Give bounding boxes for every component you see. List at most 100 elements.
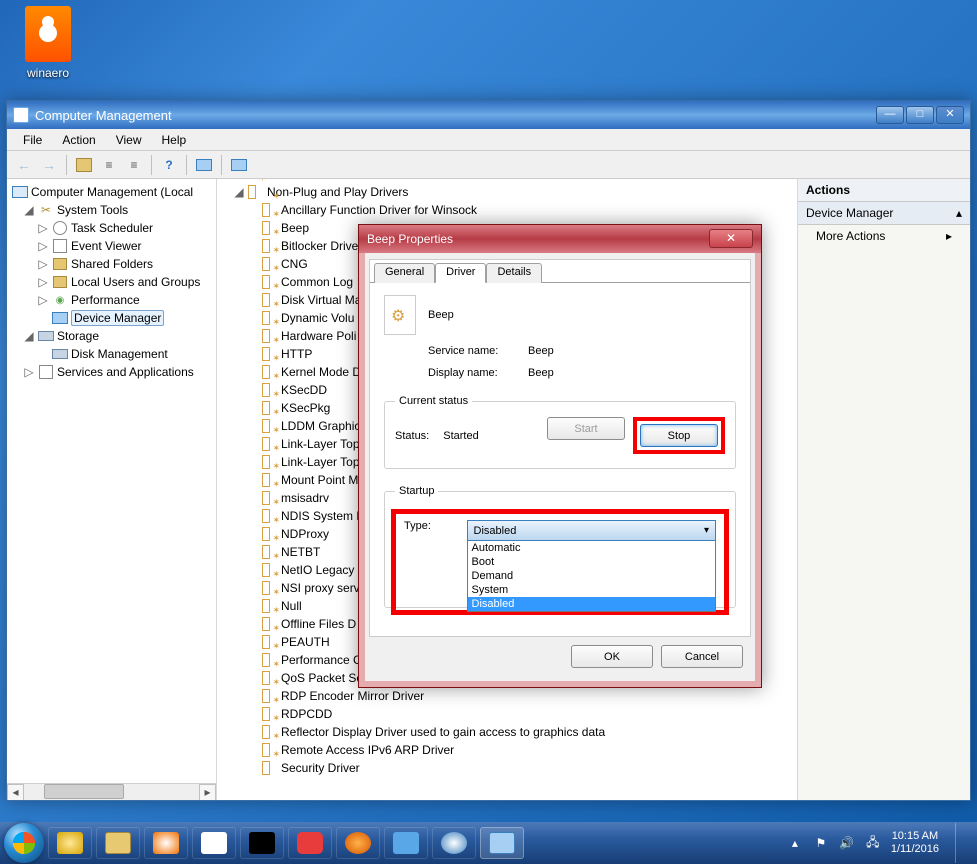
driver-item[interactable]: RDPCDD bbox=[219, 705, 795, 723]
separator bbox=[221, 155, 222, 175]
separator bbox=[186, 155, 187, 175]
type-option[interactable]: Disabled bbox=[468, 597, 715, 611]
desktop-icon-winaero[interactable]: winaero bbox=[18, 6, 78, 80]
pinned-explorer[interactable] bbox=[96, 827, 140, 859]
dialog-titlebar[interactable]: Beep Properties ✕ bbox=[359, 225, 761, 253]
tree-event-viewer[interactable]: ▷Event Viewer bbox=[9, 237, 214, 255]
cancel-button[interactable]: Cancel bbox=[661, 645, 743, 668]
nav-back-button[interactable] bbox=[13, 154, 35, 176]
driver-category[interactable]: ◢Non-Plug and Play Drivers bbox=[219, 183, 795, 201]
scan-hardware-button[interactable] bbox=[193, 154, 215, 176]
horizontal-scrollbar[interactable]: ◂ ▸ bbox=[7, 783, 216, 800]
expand-toggle[interactable]: ◢ bbox=[23, 329, 35, 343]
scroll-left-button[interactable]: ◂ bbox=[7, 784, 24, 800]
actions-section-device-manager[interactable]: Device Manager ▴ bbox=[798, 202, 970, 225]
stop-button[interactable]: Stop bbox=[640, 424, 718, 447]
scroll-thumb[interactable] bbox=[44, 784, 124, 799]
titlebar[interactable]: Computer Management — □ ✕ bbox=[7, 101, 970, 129]
wmp-icon bbox=[153, 832, 179, 854]
tree-root[interactable]: Computer Management (Local bbox=[9, 183, 214, 201]
tab-driver[interactable]: Driver bbox=[435, 263, 486, 283]
actions-more[interactable]: More Actions ▸ bbox=[798, 225, 970, 247]
tray-volume-icon[interactable]: 🔊 bbox=[839, 835, 855, 851]
driver-item[interactable]: Remote Access IPv6 ARP Driver bbox=[219, 741, 795, 759]
ok-button[interactable]: OK bbox=[571, 645, 653, 668]
close-button[interactable]: ✕ bbox=[936, 106, 964, 124]
clock-time: 10:15 AM bbox=[891, 830, 939, 843]
tree-task-scheduler[interactable]: ▷Task Scheduler bbox=[9, 219, 214, 237]
actions-header: Actions bbox=[798, 179, 970, 202]
menu-action[interactable]: Action bbox=[52, 130, 105, 150]
start-button[interactable] bbox=[4, 823, 44, 863]
type-dropdown-list[interactable]: AutomaticBootDemandSystemDisabled bbox=[467, 541, 716, 612]
type-option[interactable]: Boot bbox=[468, 555, 715, 569]
pinned-app[interactable] bbox=[432, 827, 476, 859]
expand-toggle[interactable]: ▷ bbox=[37, 221, 49, 235]
tree-services-apps[interactable]: ▷Services and Applications bbox=[9, 363, 214, 381]
pinned-vivaldi[interactable] bbox=[288, 827, 332, 859]
explorer-icon bbox=[105, 832, 131, 854]
services-icon bbox=[38, 364, 54, 380]
current-status-group: Current status Status: Started Start Sto… bbox=[384, 395, 736, 469]
expand-toggle[interactable]: ◢ bbox=[233, 185, 245, 199]
chevron-right-icon: ▸ bbox=[946, 229, 952, 243]
pinned-console[interactable] bbox=[240, 827, 284, 859]
tree-local-users[interactable]: ▷Local Users and Groups bbox=[9, 273, 214, 291]
help-button[interactable] bbox=[158, 154, 180, 176]
taskbar-computer-management[interactable] bbox=[480, 827, 524, 859]
tray-action-center-icon[interactable]: ⚑ bbox=[813, 835, 829, 851]
menu-file[interactable]: File bbox=[13, 130, 52, 150]
expand-toggle[interactable]: ▷ bbox=[23, 365, 35, 379]
toolbar-btn-3[interactable] bbox=[123, 154, 145, 176]
nav-forward-button[interactable] bbox=[38, 154, 60, 176]
tree-disk-management[interactable]: Disk Management bbox=[9, 345, 214, 363]
expand-toggle bbox=[37, 311, 49, 325]
pinned-totalcmd[interactable] bbox=[192, 827, 236, 859]
tree-shared-folders[interactable]: ▷Shared Folders bbox=[9, 255, 214, 273]
tree-storage[interactable]: ◢Storage bbox=[9, 327, 214, 345]
type-option[interactable]: Demand bbox=[468, 569, 715, 583]
driver-item[interactable]: Reflector Display Driver used to gain ac… bbox=[219, 723, 795, 741]
pinned-firefox[interactable] bbox=[336, 827, 380, 859]
scroll-right-button[interactable]: ▸ bbox=[199, 784, 216, 800]
chevron-up-icon: ▴ bbox=[956, 206, 962, 220]
device-manager-icon bbox=[52, 310, 68, 326]
storage-icon bbox=[38, 328, 54, 344]
dialog-close-button[interactable]: ✕ bbox=[709, 229, 753, 248]
driver-item[interactable]: RDP Encoder Mirror Driver bbox=[219, 687, 795, 705]
menu-view[interactable]: View bbox=[106, 130, 152, 150]
type-option[interactable]: Automatic bbox=[468, 541, 715, 555]
minimize-button[interactable]: — bbox=[876, 106, 904, 124]
tab-details[interactable]: Details bbox=[486, 263, 542, 283]
separator bbox=[151, 155, 152, 175]
scroll-track[interactable] bbox=[24, 784, 199, 800]
driver-item[interactable]: Ancillary Function Driver for Winsock bbox=[219, 201, 795, 219]
tray-show-hidden-icons[interactable]: ▴ bbox=[787, 835, 803, 851]
expand-toggle[interactable]: ▷ bbox=[37, 239, 49, 253]
type-combobox[interactable]: Disabled AutomaticBootDemandSystemDisabl… bbox=[467, 520, 716, 541]
show-hide-tree-button[interactable] bbox=[73, 154, 95, 176]
expand-toggle[interactable]: ▷ bbox=[37, 293, 49, 307]
tree-device-manager[interactable]: Device Manager bbox=[9, 309, 214, 327]
expand-toggle[interactable]: ▷ bbox=[37, 257, 49, 271]
expand-toggle[interactable]: ▷ bbox=[37, 275, 49, 289]
tray-clock[interactable]: 10:15 AM 1/11/2016 bbox=[891, 830, 939, 856]
tree-system-tools[interactable]: ◢System Tools bbox=[9, 201, 214, 219]
type-option[interactable]: System bbox=[468, 583, 715, 597]
type-selected[interactable]: Disabled bbox=[467, 520, 716, 541]
menu-help[interactable]: Help bbox=[152, 130, 197, 150]
properties-button[interactable] bbox=[98, 154, 120, 176]
show-desktop-button[interactable] bbox=[955, 823, 967, 863]
tab-general[interactable]: General bbox=[374, 263, 435, 283]
driver-item[interactable]: Security Driver bbox=[219, 759, 795, 777]
maximize-button[interactable]: □ bbox=[906, 106, 934, 124]
highlight-type: Type: Disabled AutomaticBootDemandSystem… bbox=[391, 509, 729, 615]
pinned-mediaplayer[interactable] bbox=[144, 827, 188, 859]
tray-network-icon[interactable]: 🖧 bbox=[865, 835, 881, 851]
pinned-ie[interactable] bbox=[48, 827, 92, 859]
display-name-value: Beep bbox=[528, 367, 554, 379]
uninstall-button[interactable] bbox=[228, 154, 250, 176]
pinned-paint[interactable] bbox=[384, 827, 428, 859]
tree-performance[interactable]: ▷Performance bbox=[9, 291, 214, 309]
expand-toggle[interactable]: ◢ bbox=[23, 203, 35, 217]
